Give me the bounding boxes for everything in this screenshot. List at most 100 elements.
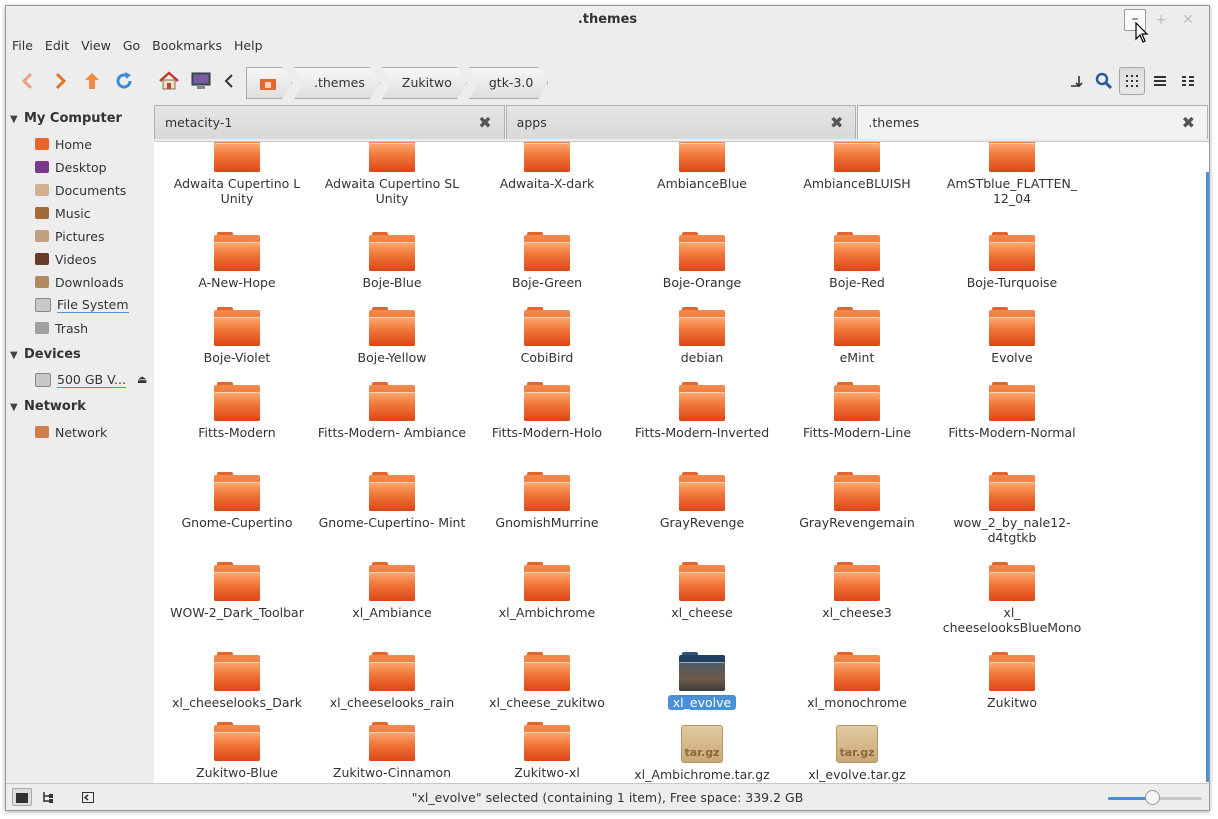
scrollbar[interactable]: [1206, 172, 1209, 782]
folder-item[interactable]: AmSTblue_FLATTEN_ 12_04: [937, 142, 1087, 206]
folder-item[interactable]: GrayRevenge: [627, 472, 777, 530]
menu-view[interactable]: View: [75, 37, 117, 57]
menu-go[interactable]: Go: [117, 37, 146, 57]
folder-item[interactable]: Evolve: [937, 307, 1087, 365]
folder-icon: [834, 562, 880, 601]
folder-item[interactable]: AmbianceBLUISH: [782, 142, 932, 191]
tab-metacity[interactable]: metacity-1 ✖: [154, 105, 505, 139]
folder-item[interactable]: AmbianceBlue: [627, 142, 777, 191]
folder-item[interactable]: GnomishMurrine: [472, 472, 622, 530]
back-button[interactable]: [14, 67, 42, 95]
folder-item[interactable]: xl_cheese3: [782, 562, 932, 620]
sidebar-section-my-computer[interactable]: ▼ My Computer: [10, 111, 122, 126]
folder-item[interactable]: Boje-Orange: [627, 232, 777, 290]
close-tab-icon[interactable]: ✖: [1182, 113, 1195, 132]
archive-item[interactable]: tar.gz xl_Ambichrome.tar.gz: [627, 725, 777, 782]
folder-item[interactable]: Zukitwo-Blue: [162, 722, 312, 780]
menu-bookmarks[interactable]: Bookmarks: [146, 37, 228, 57]
folder-item[interactable]: A-New-Hope: [162, 232, 312, 290]
desktop-icon: [35, 161, 49, 173]
folder-item[interactable]: Boje-Yellow: [317, 307, 467, 365]
up-button[interactable]: [78, 67, 106, 95]
folder-item[interactable]: Boje-Red: [782, 232, 932, 290]
sidebar-item-desktop[interactable]: Desktop: [35, 157, 107, 177]
folder-item[interactable]: Boje-Green: [472, 232, 622, 290]
tab-themes[interactable]: .themes ✖: [857, 105, 1209, 139]
folder-item[interactable]: wow_2_by_nale12- d4tgtkb: [937, 472, 1087, 545]
folder-item[interactable]: xl_evolve: [627, 652, 777, 711]
compact-view-button[interactable]: [1175, 67, 1201, 95]
sidebar-item-network[interactable]: Network: [35, 422, 107, 442]
close-button[interactable]: ✕: [1177, 9, 1199, 31]
folder-item[interactable]: WOW-2_Dark_Toolbar: [162, 562, 312, 620]
item-label: xl_cheeselooks_Dark: [172, 695, 302, 710]
archive-item[interactable]: tar.gz xl_evolve.tar.gz: [782, 725, 932, 782]
folder-item[interactable]: xl_monochrome: [782, 652, 932, 710]
breadcrumb-root[interactable]: [246, 67, 292, 99]
folder-item[interactable]: Gnome-Cupertino- Mint: [317, 472, 467, 530]
folder-item[interactable]: Adwaita Cupertino SL Unity: [317, 142, 467, 206]
reload-button[interactable]: [110, 67, 138, 95]
close-tab-icon[interactable]: ✖: [830, 113, 843, 132]
folder-item[interactable]: Adwaita-X-dark: [472, 142, 622, 191]
sidebar-item-drive[interactable]: 500 GB V...: [35, 370, 126, 390]
breadcrumb-item[interactable]: gtk-3.0: [469, 67, 548, 99]
home-button[interactable]: [155, 67, 183, 95]
folder-item[interactable]: xl_Ambiance: [317, 562, 467, 620]
folder-item[interactable]: Adwaita Cupertino L Unity: [162, 142, 312, 206]
sidebar-item-downloads[interactable]: Downloads: [35, 272, 124, 292]
menu-help[interactable]: Help: [228, 37, 269, 57]
folder-item[interactable]: Fitts-Modern: [162, 382, 312, 440]
toggle-location-button[interactable]: [215, 67, 243, 95]
forward-button[interactable]: [46, 67, 74, 95]
sidebar-item-documents[interactable]: Documents: [35, 180, 126, 200]
archive-icon: tar.gz: [681, 725, 723, 763]
folder-item[interactable]: xl_cheese_zukitwo: [472, 652, 622, 710]
folder-item[interactable]: Zukitwo: [937, 652, 1087, 710]
sidebar-item-home[interactable]: Home: [35, 134, 92, 154]
folder-item[interactable]: xl_cheese: [627, 562, 777, 620]
eject-icon[interactable]: ⏏: [137, 373, 147, 386]
folder-item[interactable]: Zukitwo-xl: [472, 722, 622, 780]
sidebar-item-pictures[interactable]: Pictures: [35, 226, 105, 246]
sidebar-item-file-system[interactable]: File System: [35, 295, 129, 315]
item-label: A-New-Hope: [198, 275, 276, 290]
folder-item[interactable]: Fitts-Modern-Inverted: [627, 382, 777, 440]
folder-item[interactable]: xl_cheeselooks_rain: [317, 652, 467, 710]
tab-apps[interactable]: apps ✖: [505, 105, 857, 139]
title-bar: .themes – + ✕: [6, 6, 1209, 43]
folder-item[interactable]: Gnome-Cupertino: [162, 472, 312, 530]
sidebar-item-trash[interactable]: Trash: [35, 318, 88, 338]
folder-item[interactable]: Fitts-Modern-Holo: [472, 382, 622, 440]
folder-item[interactable]: Boje-Violet: [162, 307, 312, 365]
folder-item[interactable]: Boje-Blue: [317, 232, 467, 290]
sidebar-item-music[interactable]: Music: [35, 203, 91, 223]
folder-item[interactable]: xl_ cheeselooksBlueMono: [937, 562, 1087, 635]
maximize-button[interactable]: +: [1150, 9, 1172, 31]
folder-item[interactable]: GrayRevengemain: [782, 472, 932, 530]
folder-item[interactable]: xl_cheeselooks_Dark: [162, 652, 312, 710]
menu-file[interactable]: File: [6, 37, 39, 57]
folder-item[interactable]: debian: [627, 307, 777, 365]
folder-item[interactable]: Zukitwo-Cinnamon: [317, 722, 467, 780]
folder-item[interactable]: Fitts-Modern-Line: [782, 382, 932, 440]
breadcrumb-item[interactable]: Zukitwo: [382, 67, 467, 99]
folder-item[interactable]: CobiBird: [472, 307, 622, 365]
breadcrumb-item[interactable]: .themes: [294, 67, 380, 99]
menu-edit[interactable]: Edit: [39, 37, 75, 57]
list-view-button[interactable]: [1147, 67, 1173, 95]
folder-item[interactable]: Fitts-Modern-Normal: [937, 382, 1087, 440]
folder-item[interactable]: eMint: [782, 307, 932, 365]
search-button[interactable]: [1091, 67, 1117, 95]
folder-item[interactable]: xl_Ambichrome: [472, 562, 622, 620]
folder-item[interactable]: Fitts-Modern- Ambiance: [317, 382, 467, 440]
zoom-slider[interactable]: [1108, 790, 1202, 805]
close-tab-icon[interactable]: ✖: [478, 113, 491, 132]
sidebar-item-videos[interactable]: Videos: [35, 249, 97, 269]
folder-item[interactable]: Boje-Turquoise: [937, 232, 1087, 290]
computer-button[interactable]: [187, 67, 215, 95]
toggle-path-button[interactable]: [1063, 67, 1089, 95]
sidebar-section-network[interactable]: ▼ Network: [10, 399, 86, 414]
sidebar-section-devices[interactable]: ▼ Devices: [10, 347, 81, 362]
icon-view-button[interactable]: [1119, 67, 1145, 95]
